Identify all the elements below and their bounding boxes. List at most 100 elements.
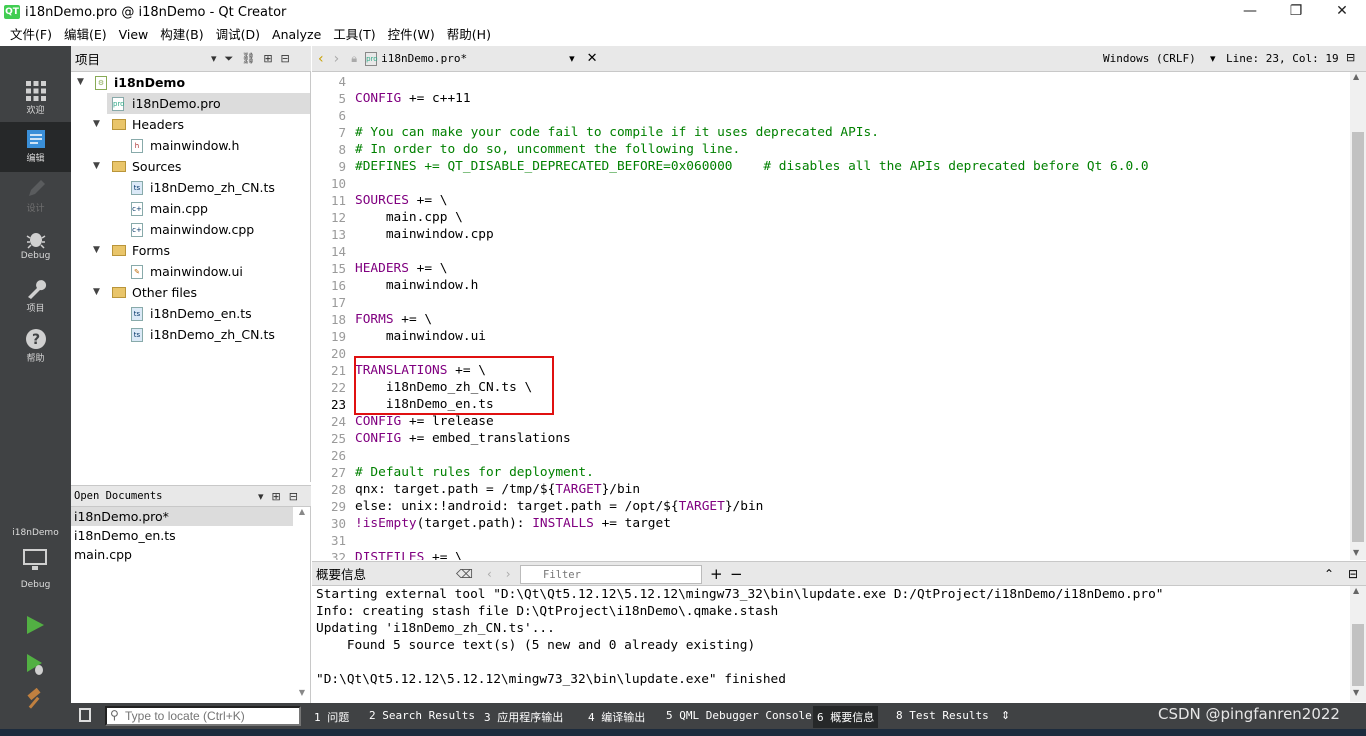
minimize-icon[interactable]: — [1227,0,1273,24]
open-document-item[interactable]: i18nDemo_en.ts [71,526,293,545]
scrollbar-thumb[interactable] [1352,624,1364,686]
zoom-out-icon[interactable]: − [730,565,743,583]
split-icon[interactable]: ⊞ [272,490,281,503]
forward-arrow-icon[interactable]: › [334,51,340,67]
build-hammer-icon[interactable] [24,688,46,710]
tree-item-file[interactable]: ts i18nDemo_zh_CN.ts [71,324,310,345]
output-pane-title: 概要信息 [316,567,367,582]
line-number: 9 [338,159,346,174]
close-pane-icon[interactable]: ⊟ [1348,567,1358,581]
output-filter-input[interactable] [520,565,702,584]
chevron-down-icon[interactable]: ▼ [93,114,100,135]
mode-welcome[interactable]: 欢迎 [0,74,71,124]
back-arrow-icon[interactable]: ‹ [318,51,324,67]
close-document-icon[interactable]: ✕ [587,51,598,66]
editor-file-name[interactable]: i18nDemo.pro* [381,52,561,65]
tree-item-file[interactable]: ✎ mainwindow.ui [71,261,310,282]
projects-title[interactable]: 项目 [75,49,203,68]
tree-item-folder[interactable]: ▼ Forms [71,240,310,261]
scroll-down-icon[interactable]: ▼ [1353,548,1359,557]
code-editor[interactable]: 4 5 6 7 8 9 10 11 12 13 14 15 16 17 18 19 20 21 22 23 24 25 26… [312,72,1350,560]
toggle-sidebar-icon[interactable] [79,708,91,722]
mode-debug[interactable]: Debug [0,222,71,272]
tree-item-folder[interactable]: ▼ Headers [71,114,310,135]
menu-edit[interactable]: 编辑(E) [58,24,113,46]
tree-item-file[interactable]: ts i18nDemo_zh_CN.ts [71,177,310,198]
close-icon[interactable]: ✕ [1319,0,1365,24]
close-panel-icon[interactable]: ⊟ [281,52,290,65]
scrollbar[interactable]: ▲ ▼ [296,507,308,703]
locator-input[interactable] [105,706,301,726]
output-scrollbar[interactable]: ▲ ▼ [1350,586,1366,702]
tree-item-file[interactable]: c+ mainwindow.cpp [71,219,310,240]
forward-arrow-icon[interactable]: › [506,567,511,581]
scrollbar-thumb[interactable] [1352,132,1364,542]
split-editor-icon[interactable]: ⊟ [1346,51,1355,64]
tab-application-output[interactable]: 3 应用程序输出 [484,709,563,725]
dropdown-arrow-icon[interactable]: ▾ [569,52,575,65]
tree-item-file[interactable]: ts i18nDemo_en.ts [71,303,310,324]
scroll-down-icon[interactable]: ▼ [1353,688,1359,697]
tab-general-messages[interactable]: 6 概要信息 [813,706,879,728]
tab-test-results[interactable]: 8 Test Results [896,709,989,722]
close-panel-icon[interactable]: ⊟ [289,490,298,503]
tab-issues[interactable]: 1 问题 [314,709,349,725]
menu-analyze[interactable]: Analyze [266,24,327,46]
chevron-down-icon[interactable]: ▼ [77,72,84,93]
projects-header: 项目 ▾ ⏷ ⛓ ⊞ ⊟ [71,46,311,72]
tab-search-results[interactable]: 2 Search Results [369,709,475,722]
tree-item-file[interactable]: h mainwindow.h [71,135,310,156]
tree-item-file[interactable]: c+ main.cpp [71,198,310,219]
menu-file[interactable]: 文件(F) [4,24,58,46]
output-line: Starting external tool "D:\Qt\Qt5.12.12\… [316,587,1164,602]
filter-icon[interactable]: ⏷ [225,52,234,66]
chevron-down-icon[interactable]: ▼ [93,240,100,261]
line-ending-selector[interactable]: Windows (CRLF) [1103,52,1196,65]
mode-help[interactable]: ? 帮助 [0,322,71,372]
menu-help[interactable]: 帮助(H) [441,24,497,46]
tree-item-folder[interactable]: ▼ Sources [71,156,310,177]
run-icon[interactable] [24,614,46,636]
maximize-pane-icon[interactable]: ⌃ [1324,567,1334,581]
output-pane[interactable]: Starting external tool "D:\Qt\Qt5.12.12\… [312,586,1350,702]
mode-sidebar: 欢迎 编辑 设计 Debug 项目 ? 帮助 i18nDemo Debug [0,46,71,736]
code-line: CONFIG += embed_translations [355,431,571,446]
menu-debug[interactable]: 调试(D) [210,24,266,46]
tree-item-file[interactable]: pro i18nDemo.pro [107,93,310,114]
dropdown-arrow-icon[interactable]: ▾ [211,52,217,65]
editor-scrollbar[interactable]: ▲ ▼ [1350,72,1366,560]
chevron-down-icon[interactable]: ▼ [93,156,100,177]
open-document-item[interactable]: main.cpp [71,545,293,564]
monitor-icon[interactable] [22,548,48,572]
dropdown-arrow-icon[interactable]: ▾ [1210,52,1216,65]
back-arrow-icon[interactable]: ‹ [487,567,492,581]
tab-compile-output[interactable]: 4 编译输出 [588,709,645,725]
tab-qml-debugger-console[interactable]: 5 QML Debugger Console [666,709,812,722]
chevron-down-icon[interactable]: ▼ [93,282,100,303]
split-icon[interactable]: ⊞ [263,52,272,65]
mode-projects[interactable]: 项目 [0,272,71,322]
clear-output-icon[interactable]: ⌫ [456,567,473,581]
restore-icon[interactable]: ❐ [1273,0,1319,24]
link-icon[interactable]: ⛓ [241,52,255,65]
menu-build[interactable]: 构建(B) [154,24,209,46]
debug-run-icon[interactable] [24,652,46,676]
menu-tools[interactable]: 工具(T) [327,24,381,46]
tree-item-project[interactable]: ▼ ⚙ i18nDemo [71,72,310,93]
menu-widgets[interactable]: 控件(W) [382,24,441,46]
open-document-item[interactable]: i18nDemo.pro* [71,507,293,526]
mode-edit[interactable]: 编辑 [0,122,71,172]
scroll-up-icon[interactable]: ▲ [1353,586,1359,595]
dropdown-arrow-icon[interactable]: ▾ [258,490,264,503]
tree-item-folder[interactable]: ▼ Other files [71,282,310,303]
line-number: 32 [330,550,346,560]
zoom-in-icon[interactable]: + [710,565,723,583]
cursor-position[interactable]: Line: 23, Col: 19 [1226,52,1339,65]
open-documents-title[interactable]: Open Documents [74,490,250,502]
scroll-up-icon[interactable]: ▲ [1353,72,1359,81]
menu-view[interactable]: View [113,24,155,46]
code-line: SOURCES += \ [355,193,448,208]
project-tree: ▼ ⚙ i18nDemo pro i18nDemo.pro ▼ Headers … [71,72,311,482]
mode-design[interactable]: 设计 [0,172,71,222]
updown-arrows-icon[interactable]: ⇕ [1001,709,1010,722]
